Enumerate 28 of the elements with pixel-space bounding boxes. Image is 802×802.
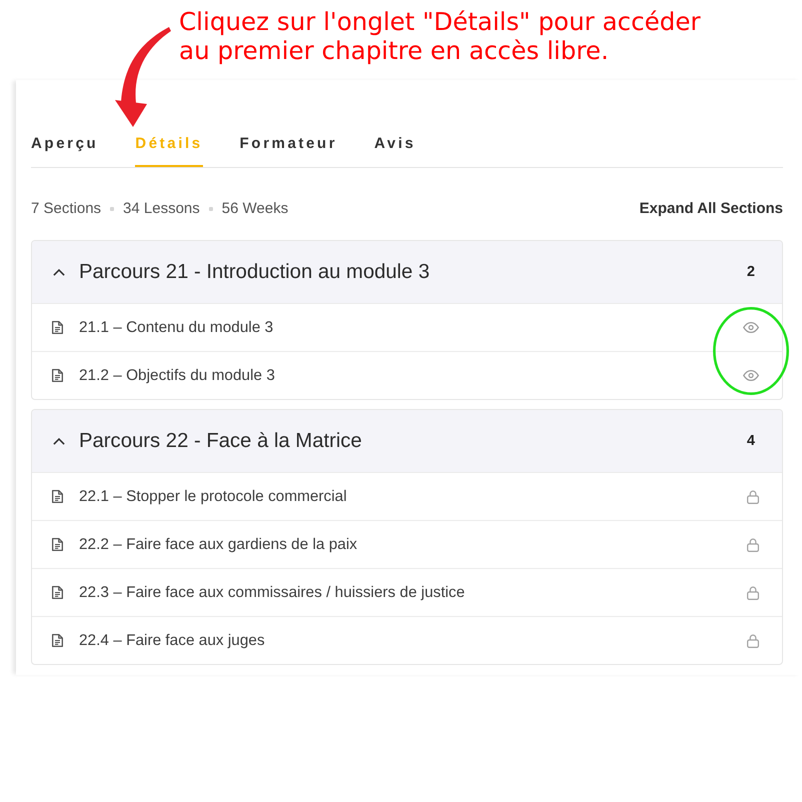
- document-icon: [52, 538, 63, 551]
- lesson-link[interactable]: 22.4 – Faire face aux juges: [79, 630, 265, 650]
- expand-all-link[interactable]: Expand All Sections: [639, 199, 783, 219]
- tab[interactable]: Aperçu: [31, 126, 98, 167]
- document-icon: [52, 586, 63, 599]
- document-icon: [52, 490, 63, 503]
- course-stat: 7 Sections: [31, 199, 102, 219]
- lesson-link[interactable]: 22.1 – Stopper le protocole commercial: [79, 486, 347, 506]
- lesson-count: 2: [746, 263, 755, 282]
- eye-icon[interactable]: [743, 370, 759, 381]
- chevron-up-icon[interactable]: [53, 268, 65, 276]
- document-icon: [52, 321, 63, 334]
- tab[interactable]: Avis: [374, 126, 416, 167]
- course-stat: 56 Weeks: [222, 199, 288, 219]
- section-title: Parcours 22 - Face à la Matrice: [79, 429, 362, 454]
- document-icon: [52, 634, 63, 647]
- eye-icon[interactable]: [743, 322, 759, 333]
- annotation-text: Cliquez sur l'onglet "Détails" pour accéder au premier chapitre en accès libre.: [179, 7, 702, 65]
- course-stat: 34 Lessons: [123, 199, 200, 219]
- lesson-count: 4: [746, 432, 755, 451]
- lesson-link[interactable]: 22.3 – Faire face aux commissaires / huissiers de justice: [79, 582, 465, 602]
- tab[interactable]: Formateur: [240, 126, 338, 167]
- lesson-link[interactable]: 22.2 – Faire face aux gardiens de la paix: [79, 534, 358, 554]
- document-icon: [52, 369, 63, 382]
- section-title: Parcours 21 - Introduction au module 3: [79, 260, 430, 285]
- lesson-link[interactable]: 21.1 – Contenu du module 3: [79, 318, 274, 338]
- chevron-up-icon[interactable]: [53, 438, 65, 444]
- lesson-link[interactable]: 21.2 – Objectifs du module 3: [79, 366, 275, 386]
